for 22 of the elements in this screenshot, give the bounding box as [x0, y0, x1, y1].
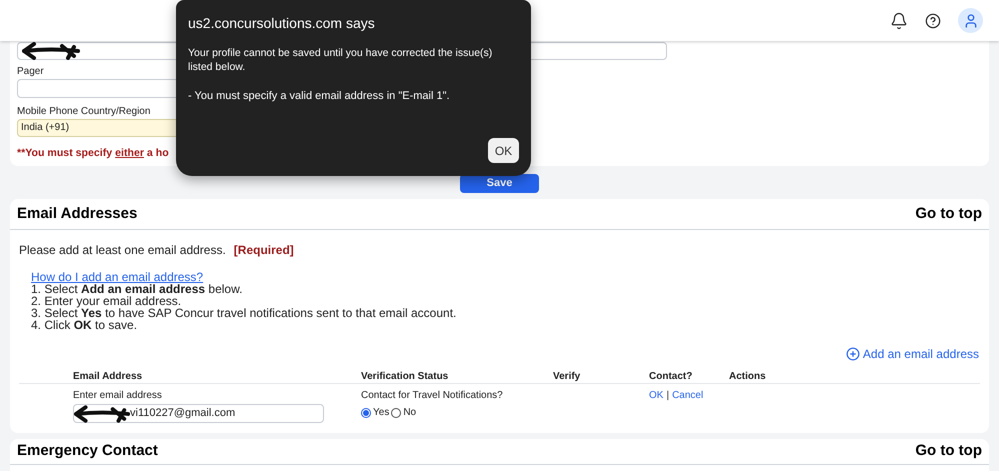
field-label: Mobile Phone Country/Region [17, 106, 150, 118]
column-header: Verify [553, 370, 582, 383]
instruction-step: 2. Enter your email address. [31, 295, 989, 307]
required-label: [Required] [234, 242, 294, 259]
column-header: Email Address [73, 370, 144, 383]
field-label: Enter email address [73, 389, 163, 403]
column-header: Verification Status [361, 370, 450, 383]
instruction-step: 3. Select Yes to have SAP Concur travel notifications sent to that email account. [31, 307, 989, 319]
field-label: Pager [17, 66, 44, 78]
dialog-detail: - You must specify a valid email address in "E-mail 1". [188, 89, 451, 104]
error-message: **You must specify either a ho [17, 146, 169, 160]
section-title: Email Addresses [17, 204, 138, 224]
dialog-title: us2.concursolutions.com says [188, 14, 376, 33]
column-header: Contact? [649, 370, 694, 383]
intro-text: Please add at least one email address. [19, 242, 226, 259]
link-separator: | [666, 389, 670, 403]
section-title: Emergency Contact [17, 441, 158, 462]
column-header: Actions [729, 370, 766, 383]
instruction-step: 4. Click OK to save. [31, 319, 989, 331]
instruction-step: 1. Select Add an email address below. [31, 283, 989, 295]
dialog-message: Your profile cannot be saved until you have corrected the issue(s) listed below. [188, 46, 494, 74]
contact-question: Contact for Travel Notifications? [361, 389, 504, 403]
